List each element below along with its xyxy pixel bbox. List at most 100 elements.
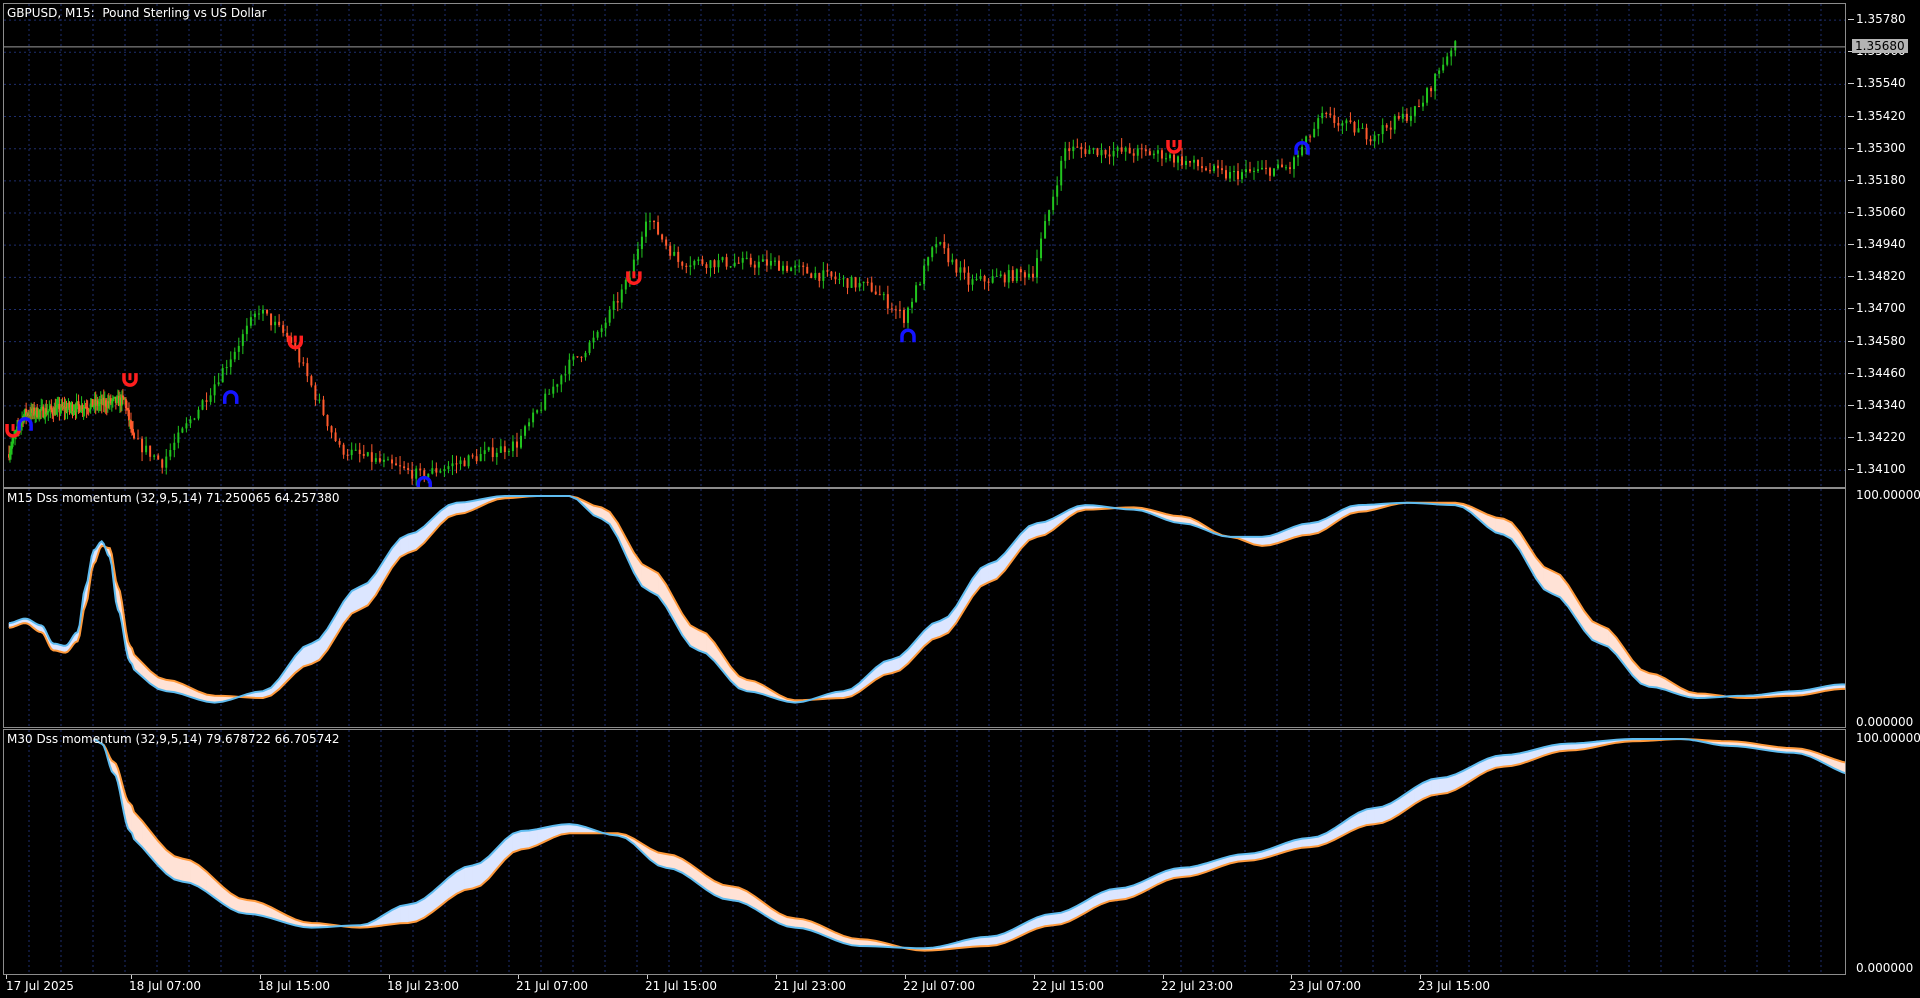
price-label: 1.34940 [1856,237,1906,252]
buy-arrow-icon [416,475,432,487]
candle [233,347,236,363]
candle [1285,164,1287,171]
candle [1321,106,1324,124]
m15-dss-scale[interactable]: 100.000000 0.000000 [1848,488,1920,729]
price-label: 1.35540 [1856,76,1906,91]
grid [4,4,1845,487]
m15-dss-canvas[interactable] [4,489,1846,728]
candle [874,285,877,295]
candle [1140,143,1143,159]
candle [838,272,841,285]
m30-dss-pane[interactable]: M30 Dss momentum (32,9,5,14) 79.678722 6… [3,729,1846,975]
candle [644,212,647,243]
m15-dss-title: M15 Dss momentum (32,9,5,14) 71.250065 6… [7,491,340,505]
candle [1422,95,1424,112]
candle [1132,148,1135,163]
chart-window[interactable]: GBPUSD, M15: Pound Sterling vs US Dollar… [0,0,1920,998]
candle [447,461,450,474]
candle [382,453,385,468]
candle [733,253,736,268]
candle [346,449,349,461]
time-label: 22 Jul 15:00 [1032,979,1104,993]
candle [1019,266,1022,282]
candle [253,310,256,326]
candle [907,306,909,329]
candle [399,456,402,475]
candle [467,454,470,469]
m30-dss-scale[interactable]: 100.000000 0.000000 [1848,729,1920,975]
candle [278,314,281,328]
candle [1397,112,1400,121]
chart-title: GBPUSD, M15: Pound Sterling vs US Dollar [7,6,267,20]
candle [282,320,285,337]
candle [745,251,748,260]
candle [806,263,809,274]
candle [1450,47,1453,66]
candle [902,307,905,328]
time-label: 23 Jul 15:00 [1418,979,1490,993]
m30-dss-scale-max: 100.000000 [1856,731,1920,745]
candle [600,324,603,338]
candle [1401,106,1404,123]
time-axis[interactable]: 17 Jul 2025 18 Jul 07:00 18 Jul 15:00 18 Ju… [3,975,1846,997]
candle [1036,249,1038,284]
price-tick [1848,19,1854,21]
candle [177,425,180,449]
price-tick [1848,147,1854,149]
candle [1337,116,1340,132]
price-chart-pane[interactable]: GBPUSD, M15: Pound Sterling vs US Dollar [3,3,1846,488]
candle [1261,160,1263,170]
candle [334,428,337,442]
candle [673,244,676,257]
price-tick [1848,404,1854,406]
candle [314,382,317,406]
candle [1373,131,1376,148]
candle [391,454,393,470]
candle [495,447,498,465]
candle [761,254,764,262]
candle [1068,141,1071,160]
candle [431,460,434,475]
candle [1048,209,1051,226]
candle [935,236,938,254]
m15-dss-pane[interactable]: M15 Dss momentum (32,9,5,14) 71.250065 6… [3,488,1846,728]
candle [560,374,563,393]
candle [366,451,369,457]
candle [1405,108,1408,124]
candle [459,456,462,470]
candle [487,446,490,452]
sell-arrow-icon [1166,140,1182,154]
candle [919,281,922,286]
candle [342,442,345,459]
price-chart-canvas[interactable] [4,4,1846,488]
m30-dss-canvas[interactable] [4,730,1846,975]
candle [681,260,684,270]
candle [1385,123,1388,132]
buy-arrow-icon [223,390,239,404]
candle [209,388,212,405]
price-label: 1.35180 [1856,172,1906,187]
candle [1056,176,1059,206]
candle [185,417,188,433]
candle [395,456,398,466]
price-tick [1848,212,1854,213]
candle [1277,159,1279,170]
candle [580,356,583,363]
candle [1293,155,1295,178]
candle [205,392,208,411]
price-tick [1848,276,1854,278]
candle [1193,155,1195,170]
candle [886,285,889,315]
price-scale[interactable]: 1.357801.356601.355401.354201.353001.351… [1848,3,1920,488]
candle [463,457,466,467]
price-label: 1.35300 [1856,140,1906,155]
price-tick [1848,83,1854,85]
candle [1015,268,1018,284]
candle [1124,146,1127,161]
candle [189,415,192,428]
buy-arrow-icon [900,328,916,343]
candle [475,449,478,465]
price-label: 1.35780 [1856,12,1906,27]
candle [358,442,361,463]
candle [1438,67,1441,79]
